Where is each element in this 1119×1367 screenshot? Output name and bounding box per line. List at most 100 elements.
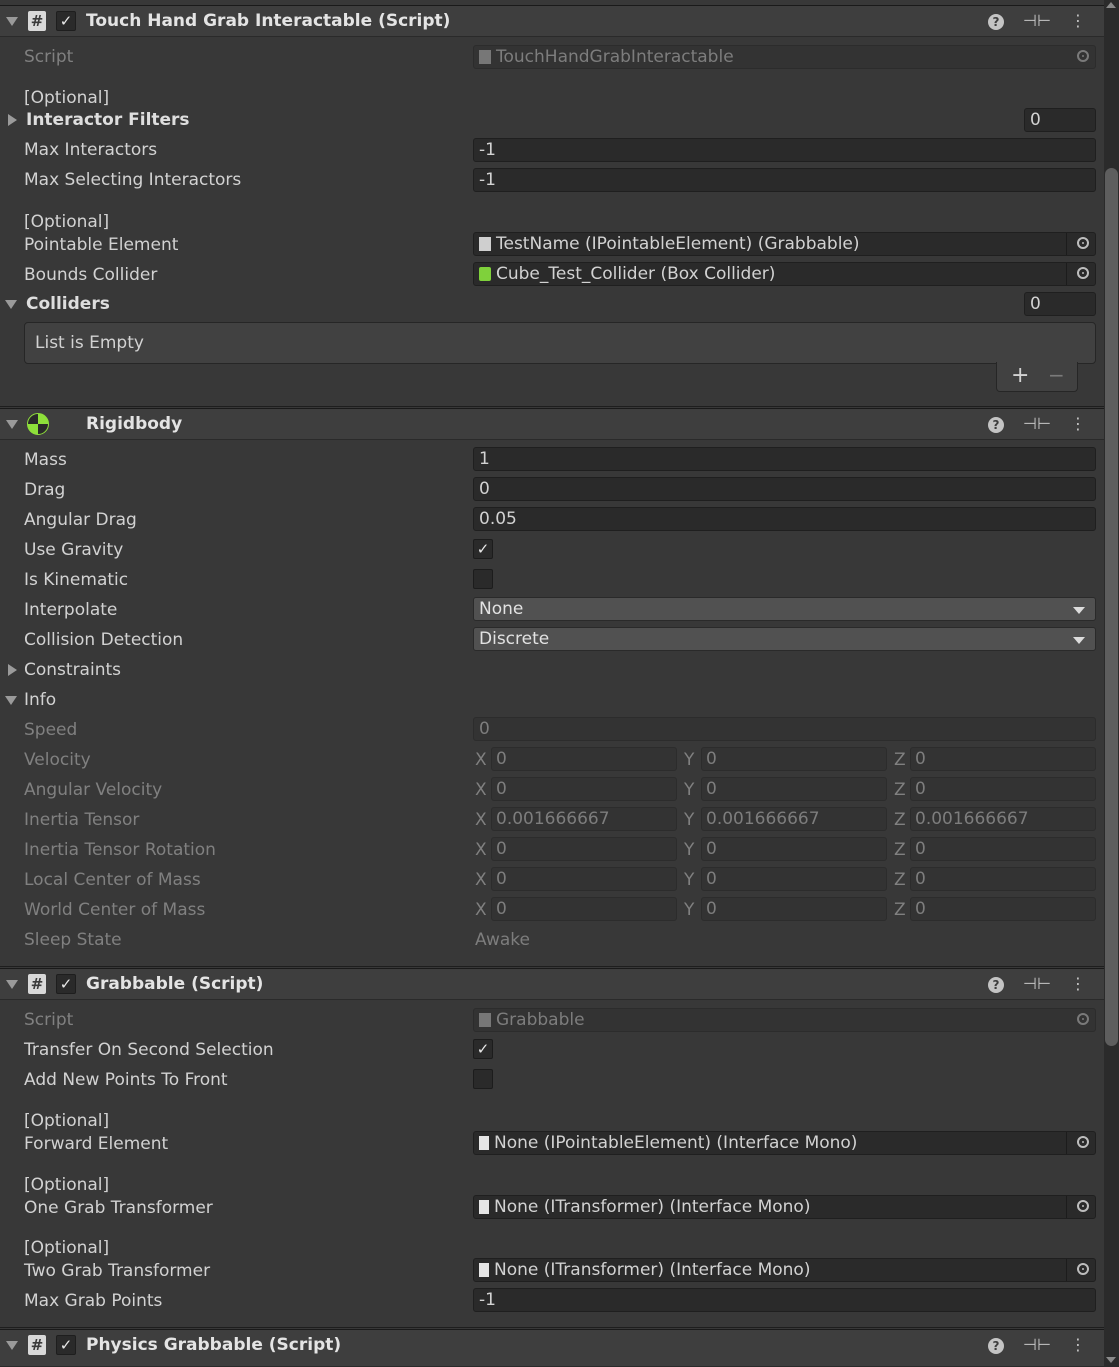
object-picker-icon[interactable] — [1077, 50, 1089, 62]
vector-field-x: 0 — [491, 867, 677, 891]
scroll-down-icon[interactable] — [1106, 1357, 1116, 1363]
component-title: Physics Grabbable (Script) — [86, 1335, 342, 1355]
help-icon[interactable]: ? — [987, 417, 1004, 433]
presets-icon[interactable]: ⊣⊢ — [1023, 1335, 1051, 1354]
axis-label-y: Y — [684, 810, 695, 830]
help-icon[interactable]: ? — [987, 1338, 1004, 1354]
add-element-button[interactable]: + — [1011, 363, 1029, 388]
drag-label: Drag — [24, 480, 66, 500]
collision-detection-dropdown[interactable]: Discrete — [473, 627, 1096, 651]
two-grab-transformer-field[interactable]: None (ITransformer) (Interface Mono) — [473, 1258, 1096, 1282]
rigidbody-icon — [27, 413, 49, 435]
object-picker-icon[interactable] — [1077, 1200, 1089, 1212]
optional-tag: [Optional] — [24, 1238, 110, 1258]
use-gravity-checkbox[interactable]: ✓ — [473, 539, 493, 559]
context-menu-icon[interactable]: ⋮ — [1070, 414, 1086, 433]
vector-row-label: Velocity — [24, 750, 91, 770]
remove-element-button[interactable]: − — [1048, 363, 1065, 387]
transfer-on-second-selection-checkbox[interactable]: ✓ — [473, 1039, 493, 1059]
interactor-filters-foldout-icon[interactable] — [8, 114, 17, 126]
drag-input[interactable]: 0 — [473, 477, 1096, 501]
axis-label-y: Y — [684, 870, 695, 890]
help-icon[interactable]: ? — [987, 14, 1004, 30]
optional-tag: [Optional] — [24, 1111, 110, 1131]
chevron-down-icon — [1073, 607, 1085, 614]
one-grab-transformer-label: One Grab Transformer — [24, 1198, 213, 1218]
foldout-arrow-icon[interactable] — [6, 420, 18, 429]
info-foldout-icon[interactable] — [5, 696, 17, 705]
axis-label-x: X — [475, 780, 487, 800]
vector-field-x: 0 — [491, 747, 677, 771]
axis-label-z: Z — [894, 750, 906, 770]
object-picker-icon[interactable] — [1077, 1013, 1089, 1025]
angular-drag-input[interactable]: 0.05 — [473, 507, 1096, 531]
axis-label-x: X — [475, 810, 487, 830]
component-header-rigidbody[interactable]: Rigidbody ? ⊣⊢ ⋮ — [0, 408, 1104, 440]
vector-field-z: 0 — [910, 897, 1096, 921]
context-menu-icon[interactable]: ⋮ — [1070, 974, 1086, 993]
foldout-arrow-icon[interactable] — [6, 1341, 18, 1350]
component-header-physics-grabbable[interactable]: # ✓ Physics Grabbable (Script) ? ⊣⊢ ⋮ — [0, 1329, 1104, 1367]
interactor-filters-label[interactable]: Interactor Filters — [26, 110, 190, 130]
vector-row-label: World Center of Mass — [24, 900, 206, 920]
max-grab-points-input[interactable]: -1 — [473, 1288, 1096, 1312]
object-picker-icon[interactable] — [1077, 267, 1089, 279]
constraints-foldout-icon[interactable] — [8, 664, 17, 676]
angular-drag-label: Angular Drag — [24, 510, 137, 530]
max-interactors-input[interactable]: -1 — [473, 138, 1096, 162]
component-header-grabbable[interactable]: # ✓ Grabbable (Script) ? ⊣⊢ ⋮ — [0, 968, 1104, 1000]
interactor-filters-count[interactable]: 0 — [1024, 108, 1096, 132]
script-file-icon — [479, 237, 491, 251]
vector-row-label: Inertia Tensor Rotation — [24, 840, 216, 860]
colliders-count[interactable]: 0 — [1024, 292, 1096, 316]
context-menu-icon[interactable]: ⋮ — [1070, 11, 1086, 30]
object-picker-icon[interactable] — [1077, 1136, 1089, 1148]
mass-input[interactable]: 1 — [473, 447, 1096, 471]
vector-field-z: 0 — [910, 837, 1096, 861]
bounds-collider-field[interactable]: Cube_Test_Collider (Box Collider) — [473, 262, 1096, 286]
context-menu-icon[interactable]: ⋮ — [1070, 1335, 1086, 1354]
colliders-foldout-icon[interactable] — [5, 300, 17, 309]
vector-field-z: 0 — [910, 747, 1096, 771]
script-icon: # — [28, 1335, 46, 1355]
component-enabled-checkbox[interactable]: ✓ — [56, 1335, 76, 1355]
foldout-arrow-icon[interactable] — [6, 17, 18, 26]
presets-icon[interactable]: ⊣⊢ — [1023, 11, 1051, 30]
vector-row-label: Inertia Tensor — [24, 810, 140, 830]
interpolate-label: Interpolate — [24, 600, 118, 620]
presets-icon[interactable]: ⊣⊢ — [1023, 414, 1051, 433]
pointable-element-field[interactable]: TestName (IPointableElement) (Grabbable) — [473, 232, 1096, 256]
vector-row-label: Angular Velocity — [24, 780, 163, 800]
component-enabled-checkbox[interactable]: ✓ — [56, 11, 76, 31]
axis-label-y: Y — [684, 840, 695, 860]
component-enabled-checkbox[interactable]: ✓ — [56, 974, 76, 994]
script-field[interactable]: TouchHandGrabInteractable — [473, 45, 1096, 69]
info-label[interactable]: Info — [24, 690, 56, 710]
object-picker-icon[interactable] — [1077, 237, 1089, 249]
vector-field-y: 0 — [701, 837, 887, 861]
add-new-points-to-front-checkbox[interactable] — [473, 1069, 493, 1089]
object-picker-icon[interactable] — [1077, 1263, 1089, 1275]
colliders-label[interactable]: Colliders — [26, 294, 110, 314]
forward-element-field[interactable]: None (IPointableElement) (Interface Mono… — [473, 1131, 1096, 1155]
scroll-up-icon[interactable] — [1106, 2, 1116, 8]
axis-label-y: Y — [684, 900, 695, 920]
help-icon[interactable]: ? — [987, 977, 1004, 993]
vector-field-y: 0 — [701, 867, 887, 891]
presets-icon[interactable]: ⊣⊢ — [1023, 974, 1051, 993]
scrollbar-thumb[interactable] — [1105, 168, 1118, 1046]
one-grab-transformer-field[interactable]: None (ITransformer) (Interface Mono) — [473, 1195, 1096, 1219]
component-title: Grabbable (Script) — [86, 974, 264, 994]
is-kinematic-checkbox[interactable] — [473, 569, 493, 589]
optional-tag: [Optional] — [24, 88, 110, 108]
constraints-label[interactable]: Constraints — [24, 660, 121, 680]
vector-row-label: Local Center of Mass — [24, 870, 201, 890]
interpolate-dropdown[interactable]: None — [473, 597, 1096, 621]
max-selecting-input[interactable]: -1 — [473, 168, 1096, 192]
foldout-arrow-icon[interactable] — [6, 980, 18, 989]
optional-tag: [Optional] — [24, 1175, 110, 1195]
pointable-element-label: Pointable Element — [24, 235, 179, 255]
component-header-touch-hand-grab[interactable]: # ✓ Touch Hand Grab Interactable (Script… — [0, 5, 1104, 37]
script-field[interactable]: Grabbable — [473, 1008, 1096, 1032]
speed-label: Speed — [24, 720, 78, 740]
